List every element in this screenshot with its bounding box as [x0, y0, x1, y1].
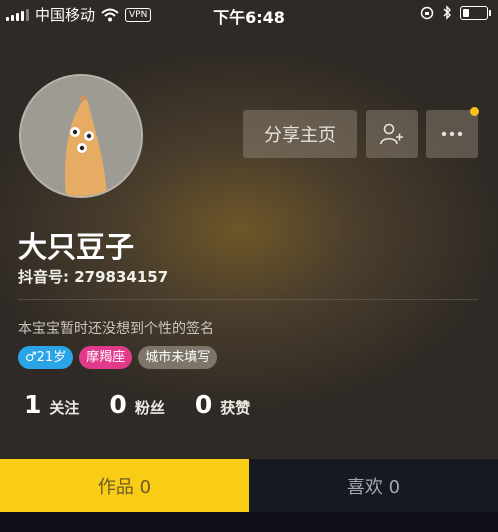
tab-liked[interactable]: 喜欢 0 — [249, 459, 498, 512]
followers-stat[interactable]: 0 粉丝 — [109, 390, 164, 419]
tab-works[interactable]: 作品 0 — [0, 459, 249, 512]
status-bar: 中国移动 VPN 下午6:48 — [0, 0, 498, 28]
bluetooth-icon — [443, 5, 451, 20]
profile-signature: 本宝宝暂时还没想到个性的签名 — [18, 321, 214, 337]
avatar[interactable] — [19, 74, 143, 198]
following-stat[interactable]: 1 关注 — [24, 390, 79, 419]
add-friend-button[interactable] — [366, 110, 418, 158]
more-options-button[interactable] — [426, 110, 478, 158]
content-area — [0, 512, 498, 532]
likes-stat[interactable]: 0 获赞 — [195, 390, 250, 419]
profile-screen: 中国移动 VPN 下午6:48 分享主页 大只豆子 抖音号: 279834157… — [0, 0, 498, 532]
profile-tags: ♂21岁 摩羯座 城市未填写 — [18, 346, 218, 369]
city-tag[interactable]: 城市未填写 — [138, 346, 218, 369]
more-icon — [441, 131, 463, 137]
followers-count: 0 — [109, 390, 127, 419]
following-label: 关注 — [49, 399, 80, 417]
profile-name: 大只豆子 — [18, 230, 135, 264]
gender-age-tag: ♂21岁 — [18, 346, 74, 369]
add-user-icon — [380, 123, 403, 145]
profile-id: 抖音号: 279834157 — [18, 268, 169, 286]
content-tabs: 作品 0 喜欢 0 — [0, 459, 498, 512]
notification-dot — [470, 107, 479, 116]
battery-icon — [460, 5, 491, 20]
followers-label: 粉丝 — [134, 399, 165, 417]
likes-count: 0 — [194, 390, 213, 419]
following-count: 1 — [24, 390, 42, 419]
likes-label: 获赞 — [220, 399, 251, 417]
status-right — [420, 5, 491, 20]
orientation-lock-icon — [420, 6, 434, 19]
avatar-bean-character — [21, 76, 141, 196]
profile-stats: 1 关注 0 粉丝 0 获赞 — [24, 390, 250, 419]
share-profile-button[interactable]: 分享主页 — [243, 110, 357, 158]
zodiac-tag: 摩羯座 — [79, 346, 133, 369]
divider — [18, 299, 478, 300]
